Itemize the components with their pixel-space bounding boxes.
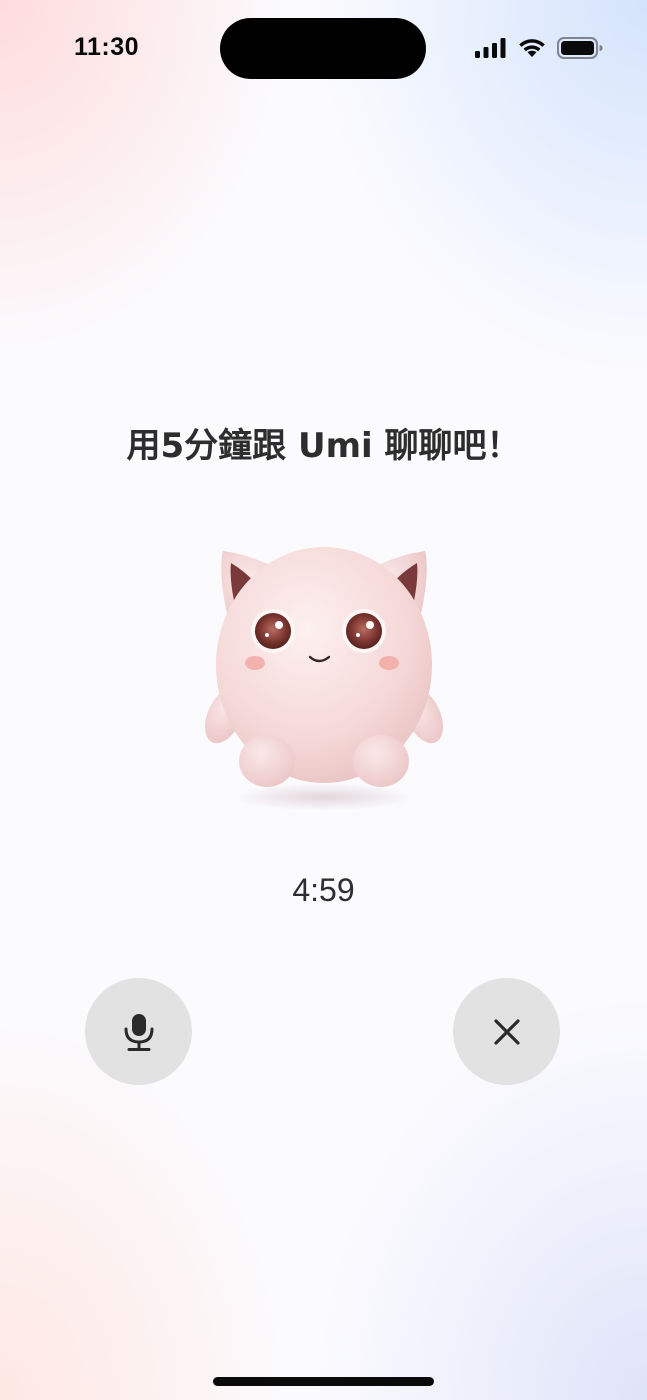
home-indicator[interactable] <box>213 1377 434 1386</box>
page-title: 用5分鐘跟 Umi 聊聊吧！ <box>126 426 521 466</box>
wifi-icon <box>519 39 545 57</box>
cellular-signal-icon <box>475 38 506 58</box>
close-button[interactable] <box>453 978 560 1085</box>
status-icons <box>475 37 603 59</box>
microphone-button[interactable] <box>85 978 192 1085</box>
microphone-icon <box>124 1013 153 1051</box>
dynamic-island <box>220 18 426 79</box>
umi-mascot-icon <box>205 547 443 811</box>
status-bar: 11:30 <box>0 0 647 100</box>
battery-icon <box>557 37 603 59</box>
close-icon <box>493 1018 520 1045</box>
status-time: 11:30 <box>74 33 140 61</box>
countdown-timer: 4:59 <box>292 872 355 908</box>
